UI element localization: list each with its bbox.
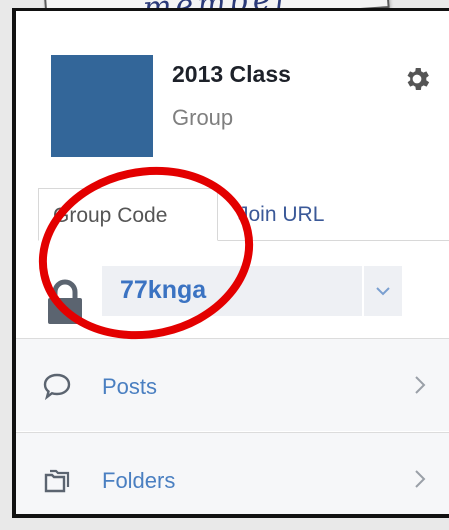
group-code-field[interactable]: 77knga	[102, 266, 362, 316]
chevron-right-icon	[415, 376, 426, 394]
panel-border	[16, 8, 449, 11]
menu-item-folders[interactable]: Folders	[16, 432, 449, 514]
group-avatar[interactable]	[51, 55, 153, 157]
chevron-down-icon	[376, 287, 390, 296]
chevron-right-icon	[415, 470, 426, 488]
chat-bubble-icon	[43, 373, 71, 401]
lock-icon	[48, 279, 82, 324]
tab-join-url[interactable]: Join URL	[224, 188, 338, 240]
group-code-value: 77knga	[120, 276, 207, 304]
group-type: Group	[172, 105, 234, 130]
menu-item-label: Posts	[102, 374, 158, 399]
group-name: 2013 Class	[172, 61, 291, 87]
menu-item-posts[interactable]: Posts	[16, 338, 449, 431]
menu-item-label: Folders	[102, 468, 176, 493]
group-panel: 2013 Class Group Group Code Join URL 77k…	[12, 8, 449, 518]
folders-icon	[44, 469, 70, 493]
code-tabs: Group Code Join URL	[38, 188, 449, 241]
gear-icon[interactable]	[402, 64, 432, 94]
code-dropdown-button[interactable]	[364, 266, 402, 316]
tab-group-code[interactable]: Group Code	[38, 188, 218, 241]
